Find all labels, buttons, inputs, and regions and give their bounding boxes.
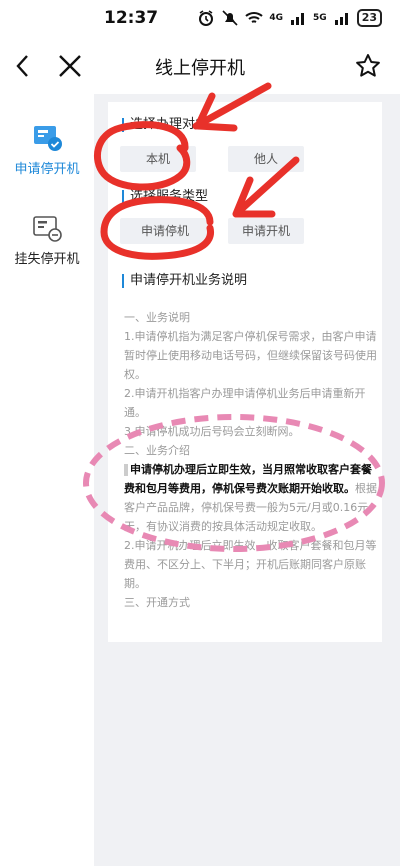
target-section-title: 选择办理对象 (122, 118, 208, 132)
card-minus-icon (33, 216, 62, 242)
desc-line-3: 2.申请开机指客户办理申请停机业务后申请重新开通。 (124, 387, 366, 419)
desc-line-1: 一、业务说明 (124, 311, 190, 324)
sidebar-item-report-loss[interactable]: 挂失停开机 (0, 214, 94, 267)
option-self[interactable]: 本机 (120, 146, 196, 172)
separator (124, 464, 128, 476)
content-card: 选择办理对象 本机 他人 选择服务类型 申请停机 申请开机 申请停开机业务说明 … (108, 102, 382, 642)
sidebar: 申请停开机 挂失停开机 (0, 94, 94, 866)
desc-line-6: 申请停机办理后立即生效，当月照常收取客户套餐费和包月等费用，停机保号费次账期开始… (124, 460, 382, 536)
sidebar-item-apply[interactable]: 申请停开机 (0, 124, 94, 177)
mute-icon (222, 10, 238, 26)
description-body: 一、业务说明 1.申请停机指为满足客户停机保号需求，由客户申请暂时停止使用移动电… (124, 308, 382, 612)
signal-icon (291, 13, 305, 25)
desc-line-8: 三、开通方式 (124, 596, 190, 609)
signal-icon-2 (334, 13, 348, 25)
desc-line-7: 2.申请开机办理后立即生效，收取客户套餐和包月等费用、不区分上、下半月；开机后账… (124, 539, 377, 590)
card-check-icon (34, 126, 62, 151)
status-bar: 12:37 4G 5G 23 (0, 0, 400, 38)
option-apply-resume[interactable]: 申请开机 (228, 218, 304, 244)
star-icon[interactable] (354, 52, 382, 80)
description-title: 申请停开机业务说明 (122, 274, 247, 288)
network-indicator-1: 4G (269, 13, 284, 23)
desc-line-6-bold: 申请停机办理后立即生效，当月照常收取客户套餐费和包月等费用，停机保号费次账期开始… (124, 463, 372, 495)
status-time: 12:37 (104, 8, 159, 28)
sidebar-item-label: 挂失停开机 (14, 252, 80, 267)
option-others[interactable]: 他人 (228, 146, 304, 172)
sidebar-item-label: 申请停开机 (14, 162, 80, 177)
status-icons: 4G 5G 23 (197, 9, 382, 27)
wifi-icon (245, 12, 264, 23)
desc-line-2: 1.申请停机指为满足客户停机保号需求，由客户申请暂时停止使用移动电话号码，但继续… (124, 330, 377, 381)
nav-bar: 线上停开机 (0, 38, 400, 94)
content-area: 选择办理对象 本机 他人 选择服务类型 申请停机 申请开机 申请停开机业务说明 … (94, 94, 400, 866)
alarm-icon (199, 10, 214, 26)
desc-line-5: 二、业务介绍 (124, 444, 190, 457)
service-section-title: 选择服务类型 (122, 190, 208, 204)
page-title: 线上停开机 (155, 58, 245, 79)
desc-line-4: 3.申请停机成功后号码会立刻断网。 (124, 425, 300, 438)
network-indicator-2: 5G (313, 13, 327, 23)
battery-indicator: 23 (356, 9, 382, 27)
option-apply-suspend[interactable]: 申请停机 (120, 218, 210, 244)
